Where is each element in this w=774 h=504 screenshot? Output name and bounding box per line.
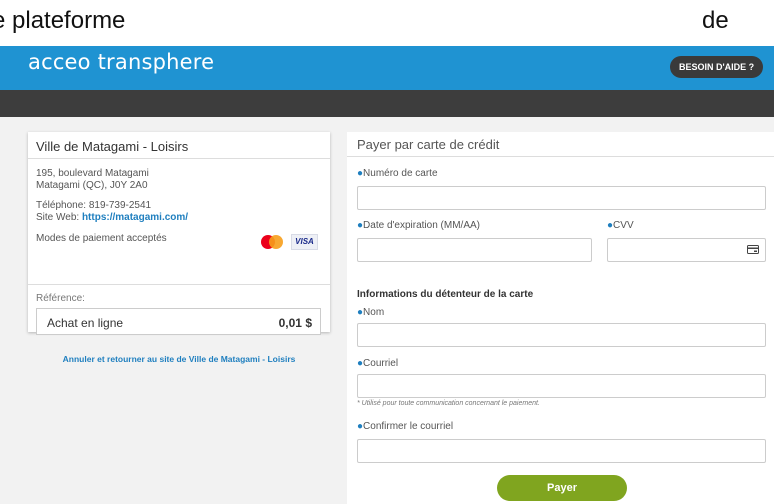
email-usage-note: * Utilisé pour toute communication conce…	[357, 400, 540, 407]
merchant-name: Ville de Matagami - Loisirs	[36, 139, 189, 154]
website-label: Site Web:	[36, 212, 80, 223]
divider	[28, 158, 330, 159]
cvv-label-text: CVV	[613, 220, 634, 231]
expiry-input[interactable]	[357, 238, 592, 262]
website-row: Site Web: https://matagami.com/	[36, 212, 188, 223]
card-number-label: ●Numéro de carte	[357, 168, 438, 179]
help-button[interactable]: BESOIN D'AIDE ?	[670, 56, 764, 78]
address-line-1: 195, boulevard Matagami	[36, 168, 149, 179]
cvv-input[interactable]	[607, 238, 766, 262]
divider	[347, 156, 774, 157]
acceo-logo[interactable]: acceo transphere	[28, 50, 214, 74]
dark-navigation-bar	[0, 90, 774, 117]
top-header-bar: acceo transphere BESOIN D'AIDE ?	[0, 46, 774, 90]
name-input[interactable]	[357, 323, 766, 347]
name-label-text: Nom	[363, 307, 385, 318]
cancel-return-link[interactable]: Annuler et retourner au site de Ville de…	[0, 354, 358, 364]
name-label: ●Nom	[357, 307, 384, 318]
cardholder-section-heading: Informations du détenteur de la carte	[357, 289, 534, 300]
expiry-label-text: Date d'expiration (MM/AA)	[363, 220, 480, 231]
expiry-label: ●Date d'expiration (MM/AA)	[357, 220, 480, 231]
address-line-2: Matagami (QC), J0Y 2A0	[36, 180, 148, 191]
reference-label: Référence:	[36, 293, 85, 304]
order-item: Achat en ligne 0,01 $	[36, 308, 321, 335]
cvv-label: ●CVV	[607, 220, 634, 231]
card-number-label-text: Numéro de carte	[363, 168, 438, 179]
page-content: Ville de Matagami - Loisirs 195, bouleva…	[0, 117, 774, 504]
caption-text-left: e plateforme	[0, 7, 126, 34]
merchant-info-card: Ville de Matagami - Loisirs 195, bouleva…	[28, 132, 330, 335]
credit-card-icon	[747, 245, 759, 254]
order-item-price: 0,01 $	[278, 316, 312, 330]
phone-number: Téléphone: 819-739-2541	[36, 200, 152, 211]
pay-button[interactable]: Payer	[497, 475, 627, 501]
confirm-email-input[interactable]	[357, 439, 766, 463]
confirm-email-label: ●Confirmer le courriel	[357, 421, 453, 432]
order-item-name: Achat en ligne	[47, 316, 124, 330]
payment-modes-label: Modes de paiement acceptés	[36, 233, 167, 244]
email-label-text: Courriel	[363, 358, 399, 369]
divider	[28, 284, 330, 285]
mastercard-icon	[261, 235, 283, 249]
payment-form-card: Payer par carte de crédit ●Numéro de car…	[347, 132, 774, 504]
email-label: ●Courriel	[357, 358, 398, 369]
caption-text-right: de	[702, 7, 729, 34]
confirm-email-label-text: Confirmer le courriel	[363, 421, 454, 432]
card-number-input[interactable]	[357, 186, 766, 210]
website-link[interactable]: https://matagami.com/	[82, 212, 188, 223]
visa-icon: VISA	[291, 234, 318, 250]
form-title: Payer par carte de crédit	[357, 137, 500, 152]
email-input[interactable]	[357, 374, 766, 398]
